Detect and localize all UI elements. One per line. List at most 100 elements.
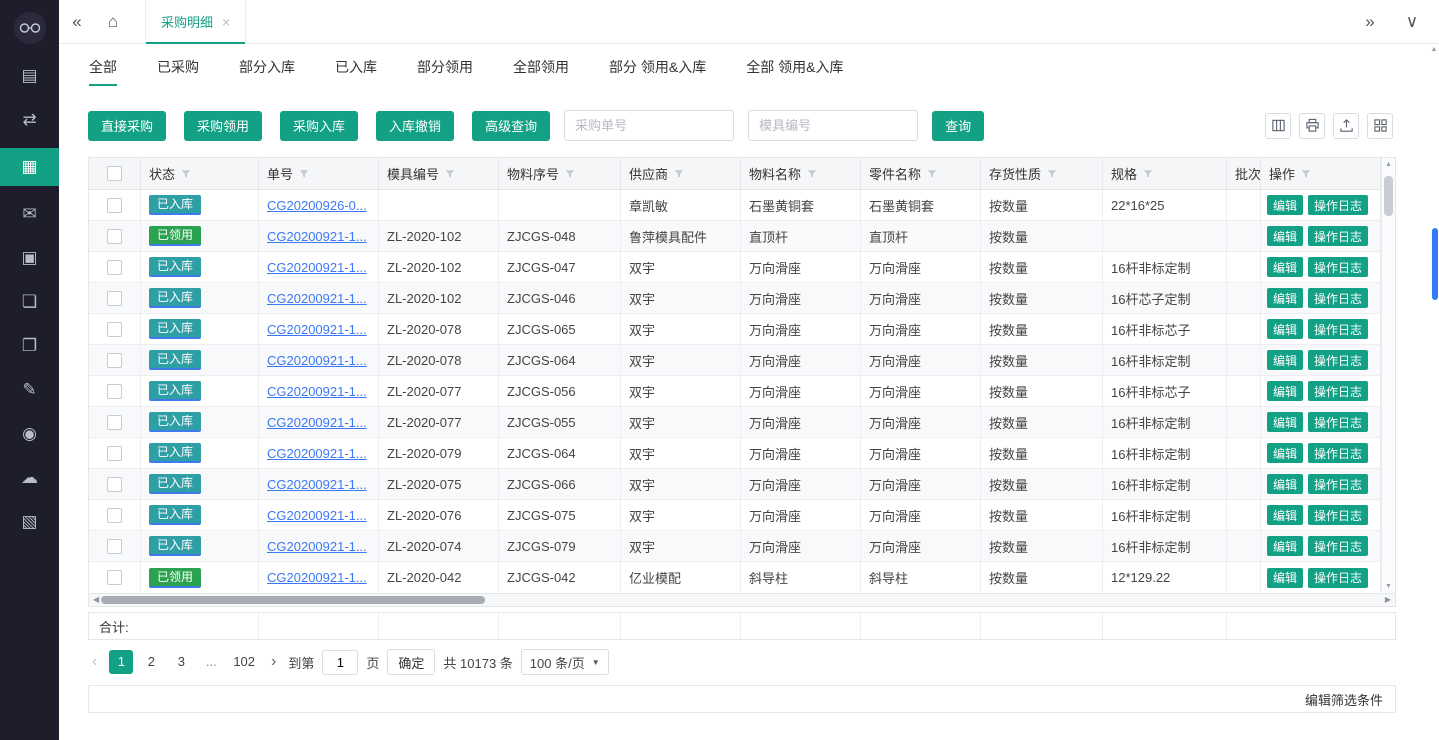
home-icon[interactable]: ⌂ — [95, 12, 131, 32]
row-checkbox[interactable] — [107, 322, 122, 337]
scroll-up-icon[interactable]: ▲ — [1382, 161, 1395, 168]
nav-package-icon[interactable]: ▧ — [0, 506, 59, 538]
filter-icon[interactable] — [807, 169, 817, 179]
filter-tab-4[interactable]: 已入库 — [335, 44, 377, 90]
row-checkbox[interactable] — [107, 415, 122, 430]
row-checkbox[interactable] — [107, 446, 122, 461]
scroll-left-icon[interactable]: ◀ — [93, 595, 99, 604]
order-link[interactable]: CG20200921-1... — [267, 322, 367, 337]
nav-message-icon[interactable]: ✉ — [0, 198, 59, 230]
tab-purchase-details[interactable]: 采购明细 × — [145, 0, 246, 44]
nav-transfer-icon[interactable]: ⇄ — [0, 104, 59, 136]
operation-log-button[interactable]: 操作日志 — [1308, 505, 1368, 525]
nav-pen-icon[interactable]: ✎ — [0, 374, 59, 406]
scroll-right-icon[interactable]: ▶ — [1385, 595, 1391, 604]
print-icon[interactable] — [1299, 113, 1325, 139]
order-link[interactable]: CG20200926-0... — [267, 198, 367, 213]
operation-log-button[interactable]: 操作日志 — [1308, 350, 1368, 370]
edit-button[interactable]: 编辑 — [1267, 350, 1303, 370]
page-button-1[interactable]: 1 — [109, 650, 133, 674]
order-link[interactable]: CG20200921-1... — [267, 353, 367, 368]
layout-icon[interactable] — [1367, 113, 1393, 139]
next-page-icon[interactable]: › — [267, 653, 280, 671]
toolbar-button-1[interactable]: 直接采购 — [88, 111, 166, 141]
page-button-102[interactable]: 102 — [229, 650, 259, 674]
edit-button[interactable]: 编辑 — [1267, 288, 1303, 308]
select-all-checkbox[interactable] — [107, 166, 122, 181]
order-link[interactable]: CG20200921-1... — [267, 508, 367, 523]
row-checkbox[interactable] — [107, 508, 122, 523]
app-logo-icon[interactable] — [14, 12, 46, 44]
horizontal-scrollbar-thumb[interactable] — [101, 596, 485, 604]
toolbar-button-4[interactable]: 入库撤销 — [376, 111, 454, 141]
order-link[interactable]: CG20200921-1... — [267, 477, 367, 492]
page-button-3[interactable]: 3 — [169, 650, 193, 674]
edit-button[interactable]: 编辑 — [1267, 195, 1303, 215]
nav-print-icon[interactable]: ▣ — [0, 242, 59, 274]
filter-icon[interactable] — [1143, 169, 1153, 179]
tabs-dropdown-icon[interactable]: ∨ — [1399, 12, 1425, 32]
row-checkbox[interactable] — [107, 198, 122, 213]
edit-button[interactable]: 编辑 — [1267, 257, 1303, 277]
edit-button[interactable]: 编辑 — [1267, 226, 1303, 246]
search-button[interactable]: 查询 — [932, 111, 984, 141]
row-checkbox[interactable] — [107, 570, 122, 585]
nav-card-icon[interactable]: ▤ — [0, 60, 59, 92]
operation-log-button[interactable]: 操作日志 — [1308, 443, 1368, 463]
row-checkbox[interactable] — [107, 229, 122, 244]
order-link[interactable]: CG20200921-1... — [267, 570, 367, 585]
operation-log-button[interactable]: 操作日志 — [1308, 474, 1368, 494]
edit-button[interactable]: 编辑 — [1267, 505, 1303, 525]
filter-icon[interactable] — [181, 169, 191, 179]
order-link[interactable]: CG20200921-1... — [267, 291, 367, 306]
page-size-select[interactable]: 100 条/页 ▼ — [521, 649, 609, 675]
table-horizontal-scrollbar[interactable]: ◀ ▶ — [88, 594, 1396, 607]
nav-cloud-icon[interactable]: ☁ — [0, 462, 59, 494]
filter-tab-5[interactable]: 部分领用 — [417, 44, 473, 90]
toolbar-button-2[interactable]: 采购领用 — [184, 111, 262, 141]
row-checkbox[interactable] — [107, 260, 122, 275]
column-settings-icon[interactable] — [1265, 113, 1291, 139]
order-link[interactable]: CG20200921-1... — [267, 229, 367, 244]
page-button-2[interactable]: 2 — [139, 650, 163, 674]
edit-button[interactable]: 编辑 — [1267, 568, 1303, 588]
order-link[interactable]: CG20200921-1... — [267, 384, 367, 399]
filter-icon[interactable] — [299, 169, 309, 179]
nav-file-icon[interactable]: ❐ — [0, 330, 59, 362]
filter-tab-2[interactable]: 已采购 — [157, 44, 199, 90]
operation-log-button[interactable]: 操作日志 — [1308, 226, 1368, 246]
row-checkbox[interactable] — [107, 353, 122, 368]
toolbar-button-5[interactable]: 高级查询 — [472, 111, 550, 141]
expand-tabs-icon[interactable]: » — [1357, 12, 1383, 32]
operation-log-button[interactable]: 操作日志 — [1308, 257, 1368, 277]
order-link[interactable]: CG20200921-1... — [267, 260, 367, 275]
row-checkbox[interactable] — [107, 384, 122, 399]
operation-log-button[interactable]: 操作日志 — [1308, 568, 1368, 588]
order-link[interactable]: CG20200921-1... — [267, 539, 367, 554]
filter-icon[interactable] — [1301, 169, 1311, 179]
window-scrollbar[interactable]: ▲ — [1430, 0, 1439, 740]
edit-button[interactable]: 编辑 — [1267, 319, 1303, 339]
nav-document-icon[interactable]: ❏ — [0, 286, 59, 318]
vertical-scrollbar-thumb[interactable] — [1384, 176, 1393, 216]
filter-tab-7[interactable]: 部分 领用&入库 — [609, 44, 706, 90]
edit-button[interactable]: 编辑 — [1267, 381, 1303, 401]
operation-log-button[interactable]: 操作日志 — [1308, 536, 1368, 556]
edit-button[interactable]: 编辑 — [1267, 412, 1303, 432]
purchase-order-input[interactable] — [564, 110, 734, 141]
filter-icon[interactable] — [674, 169, 684, 179]
edit-button[interactable]: 编辑 — [1267, 474, 1303, 494]
filter-tab-8[interactable]: 全部 领用&入库 — [746, 44, 843, 90]
goto-page-input[interactable] — [322, 650, 358, 675]
close-tab-icon[interactable]: × — [222, 14, 230, 30]
row-checkbox[interactable] — [107, 477, 122, 492]
prev-page-icon[interactable]: ‹ — [88, 653, 101, 671]
edit-filter-link[interactable]: 编辑筛选条件 — [1305, 690, 1383, 709]
export-icon[interactable] — [1333, 113, 1359, 139]
scroll-down-icon[interactable]: ▼ — [1382, 583, 1395, 590]
toolbar-button-3[interactable]: 采购入库 — [280, 111, 358, 141]
order-link[interactable]: CG20200921-1... — [267, 446, 367, 461]
filter-icon[interactable] — [927, 169, 937, 179]
filter-tab-1[interactable]: 全部 — [89, 44, 117, 90]
operation-log-button[interactable]: 操作日志 — [1308, 412, 1368, 432]
